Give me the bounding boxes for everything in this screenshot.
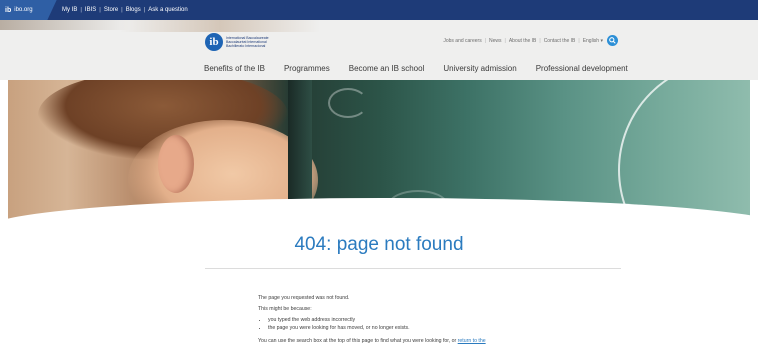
nav-benefits[interactable]: Benefits of the IB bbox=[204, 64, 265, 73]
main-nav: Benefits of the IB Programmes Become an … bbox=[204, 64, 628, 73]
site-header: ib International Baccalaureate Baccalaur… bbox=[0, 20, 758, 80]
utility-link-jobs[interactable]: Jobs and careers bbox=[443, 38, 481, 44]
ibo-site-label: ibo.org bbox=[14, 7, 33, 13]
ib-logo-mark: ib bbox=[205, 33, 223, 51]
utility-nav: Jobs and careers | News | About the IB |… bbox=[443, 35, 618, 46]
topbar-link-store[interactable]: Store bbox=[104, 7, 118, 13]
search-icon bbox=[609, 37, 616, 44]
topbar-link-ibis[interactable]: IBIS bbox=[85, 7, 96, 13]
topbar-link-blogs[interactable]: Blogs bbox=[126, 7, 141, 13]
hero-image bbox=[8, 80, 750, 220]
ib-logo[interactable]: ib International Baccalaureate Baccalaur… bbox=[205, 33, 269, 51]
nav-university-admission[interactable]: University admission bbox=[443, 64, 516, 73]
language-selector[interactable]: English ▾ bbox=[583, 38, 603, 44]
title-divider bbox=[205, 268, 621, 269]
topbar-link-my-ib[interactable]: My IB bbox=[62, 7, 77, 13]
ibo-site-link[interactable]: ib ibo.org bbox=[0, 0, 44, 20]
top-utility-bar: ib ibo.org My IB | IBIS | Store | Blogs … bbox=[0, 0, 758, 20]
error-reasons-list: you typed the web address incorrectly th… bbox=[268, 317, 588, 332]
topbar-links: My IB | IBIS | Store | Blogs | Ask a que… bbox=[62, 7, 188, 13]
list-item: the page you were looking for has moved,… bbox=[268, 325, 588, 332]
list-item: you typed the web address incorrectly bbox=[268, 317, 588, 324]
page-title: 404: page not found bbox=[294, 234, 464, 255]
error-footer-text: You can use the search box at the top of… bbox=[258, 338, 486, 344]
error-reason-intro: This might be because: bbox=[258, 306, 312, 312]
ib-small-logo-icon: ib bbox=[5, 6, 12, 14]
nav-professional-development[interactable]: Professional development bbox=[536, 64, 628, 73]
nav-become-school[interactable]: Become an IB school bbox=[349, 64, 425, 73]
error-intro: The page you requested was not found. bbox=[258, 295, 350, 301]
error-message: The page you requested was not found. Th… bbox=[258, 295, 588, 349]
topbar-link-ask-question[interactable]: Ask a question bbox=[148, 7, 187, 13]
ib-logo-text: International Baccalaureate Baccalauréat… bbox=[226, 35, 269, 49]
nav-programmes[interactable]: Programmes bbox=[284, 64, 330, 73]
utility-link-contact[interactable]: Contact the IB bbox=[544, 38, 576, 44]
utility-link-about[interactable]: About the IB bbox=[509, 38, 537, 44]
utility-link-news[interactable]: News bbox=[489, 38, 502, 44]
search-button[interactable] bbox=[607, 35, 618, 46]
return-home-link[interactable]: return to the bbox=[458, 338, 486, 344]
